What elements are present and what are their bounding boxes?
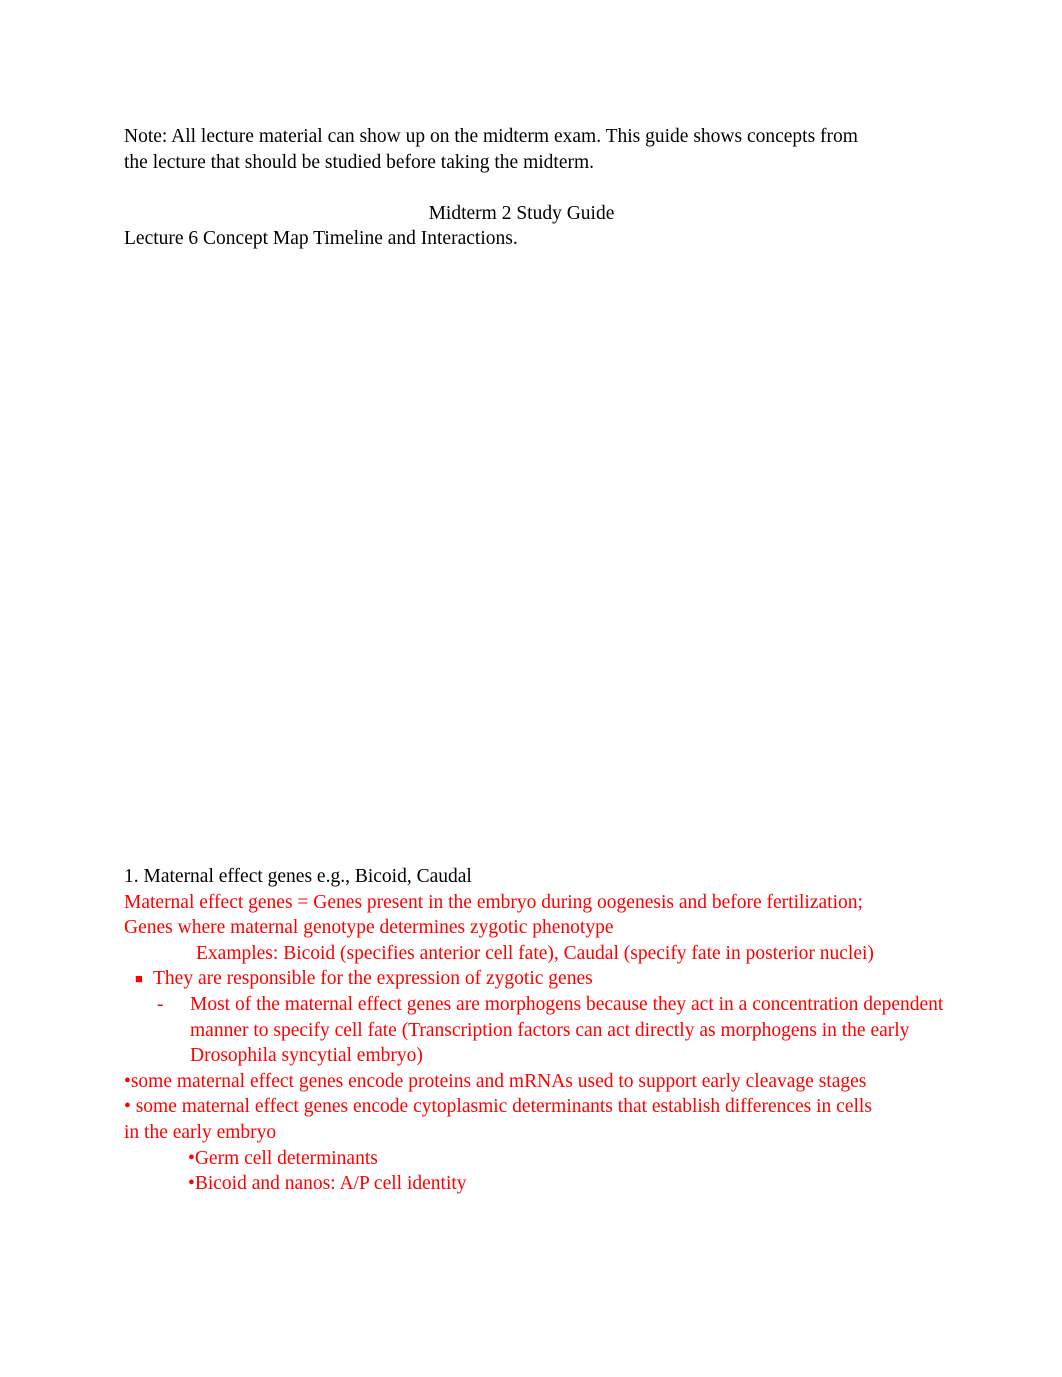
dot-bullet-icon: • (124, 1070, 131, 1092)
definition-line-1: Maternal effect genes = Genes present in… (124, 891, 863, 913)
list-item: • some maternal effect genes encode cyto… (124, 1094, 884, 1145)
definition-line-2: Genes where maternal genotype determines… (124, 917, 614, 939)
dot-bullet-icon: • (124, 1096, 131, 1118)
section-heading: 1. Maternal effect genes e.g., Bicoid, C… (124, 865, 472, 887)
intro-note: Note: All lecture material can show up o… (124, 126, 858, 173)
dot-bullet-icon: • (188, 1173, 195, 1195)
list-item-label: Germ cell determinants (194, 1147, 378, 1169)
dot-bullet-icon: • (188, 1147, 195, 1169)
lecture-line: Lecture 6 Concept Map Timeline and Inter… (124, 228, 518, 250)
list-item-label: Most of the maternal effect genes are mo… (190, 993, 944, 1067)
list-item: ■ They are responsible for the expressio… (124, 966, 924, 992)
list-item-label: They are responsible for the expression … (153, 968, 593, 990)
document-body: Note: All lecture material can show up o… (124, 124, 943, 1197)
list-item-label: Bicoid and nanos: A/P cell identity (194, 1173, 467, 1195)
list-item: - Most of the maternal effect genes are … (124, 992, 950, 1069)
list-item: •Bicoid and nanos: A/P cell identity (124, 1171, 924, 1197)
examples-line: Examples: Bicoid (specifies anterior cel… (196, 942, 874, 964)
concept-map-image-placeholder (124, 252, 919, 864)
square-bullet-icon: ■ (135, 971, 143, 987)
list-item-label: some maternal effect genes encode cytopl… (124, 1096, 872, 1143)
dash-bullet-icon: - (157, 993, 164, 1015)
document-title: Midterm 2 Study Guide (428, 202, 615, 224)
document-page: Note: All lecture material can show up o… (0, 0, 1062, 1377)
list-item: •some maternal effect genes encode prote… (124, 1069, 884, 1095)
list-item-label: some maternal effect genes encode protei… (130, 1070, 867, 1092)
list-item: •Germ cell determinants (124, 1146, 924, 1172)
